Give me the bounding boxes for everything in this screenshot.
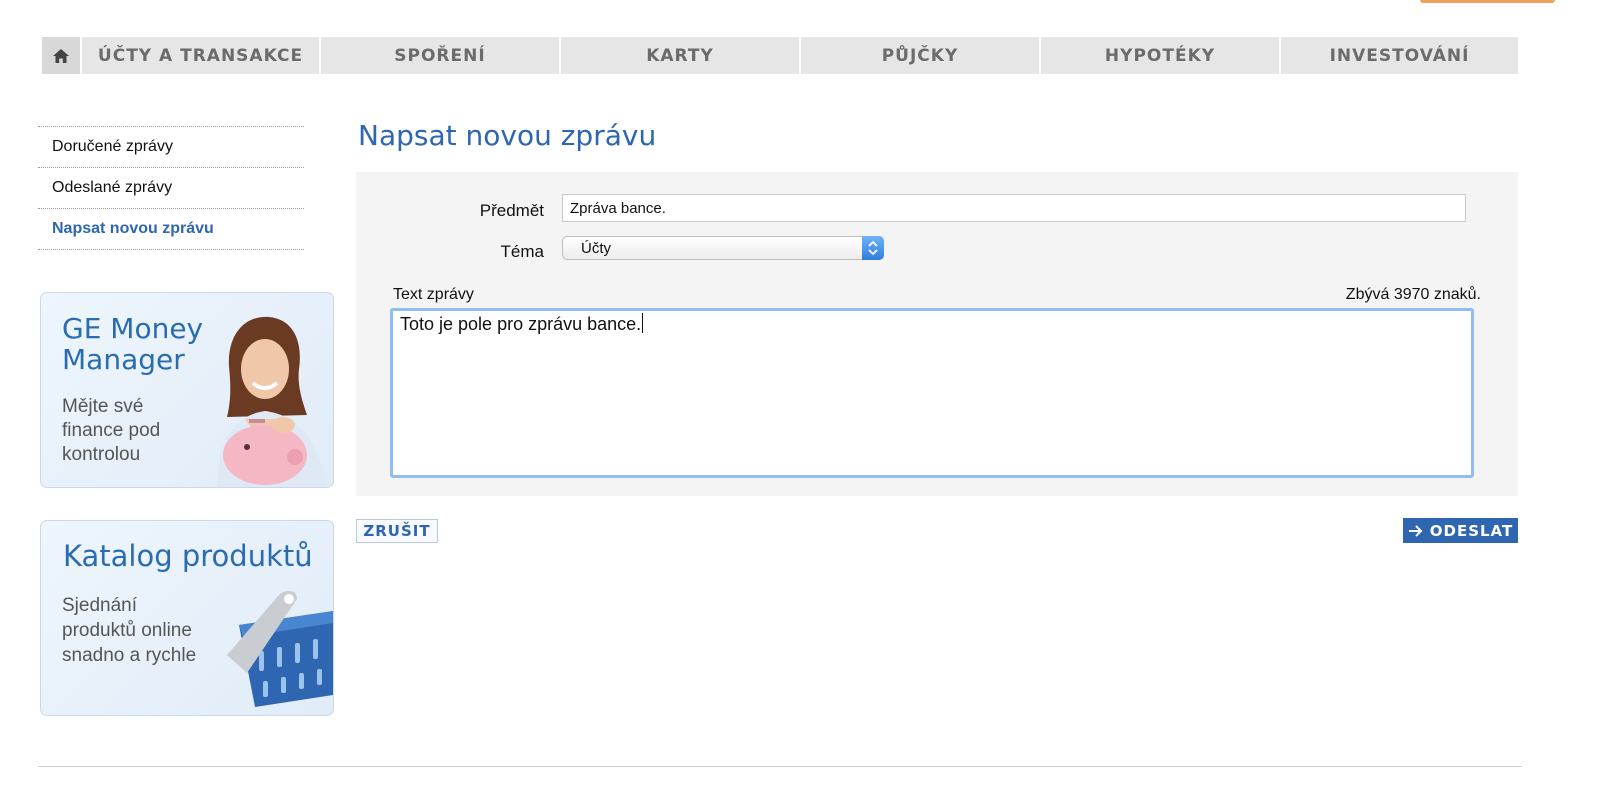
- promo-title: GE Money Manager: [62, 313, 203, 375]
- nav-item-investovani[interactable]: INVESTOVÁNÍ: [1281, 37, 1518, 74]
- promo-text: Mějte své finance pod kontrolou: [62, 395, 160, 467]
- nav-item-pujcky[interactable]: PŮJČKY: [801, 37, 1039, 74]
- main-nav: ÚČTY A TRANSAKCE SPOŘENÍ KARTY PŮJČKY HY…: [42, 37, 1520, 74]
- topic-label: Téma: [500, 242, 544, 261]
- cancel-button[interactable]: ZRUŠIT: [356, 519, 438, 543]
- text-caret: [642, 313, 644, 333]
- topic-select[interactable]: Účty: [562, 236, 884, 260]
- shopping-basket-icon: [227, 590, 333, 707]
- nav-home-button[interactable]: [42, 37, 80, 74]
- page-title: Napsat novou zprávu: [358, 119, 657, 152]
- sidebar-menu: Doručené zprávy Odeslané zprávy Napsat n…: [38, 126, 304, 250]
- promo-text-line: kontrolou: [62, 444, 141, 465]
- woman-with-piggy-bank-image: [217, 316, 327, 487]
- home-icon: [53, 48, 69, 63]
- sidebar-item-sent[interactable]: Odeslané zprávy: [38, 168, 304, 208]
- promo-title-line: GE Money: [62, 312, 204, 345]
- promo-title-line: Manager: [62, 343, 185, 376]
- nav-item-hypoteky[interactable]: HYPOTÉKY: [1041, 37, 1279, 74]
- nav-item-karty[interactable]: KARTY: [561, 37, 799, 74]
- sidebar-item-new-message[interactable]: Napsat novou zprávu: [38, 209, 304, 249]
- promo-title: Katalog produktů: [63, 539, 313, 573]
- select-arrows-icon: [862, 236, 884, 260]
- arrow-right-icon: [1408, 524, 1423, 537]
- topic-select-value: Účty: [581, 240, 611, 257]
- message-label: Text zprávy: [393, 286, 474, 303]
- promo-text-line: produktů online: [62, 620, 192, 641]
- promo-text-line: snadno a rychle: [62, 645, 197, 666]
- subject-label: Předmět: [479, 201, 544, 220]
- promo-text-line: Mějte své: [62, 396, 144, 417]
- nav-item-sporeni[interactable]: SPOŘENÍ: [321, 37, 559, 74]
- message-form: Předmět Téma Účty Text zprávy Zbývá 3970…: [356, 172, 1518, 496]
- promo-text-line: Sjednání: [62, 595, 138, 616]
- subject-input[interactable]: [562, 194, 1466, 222]
- promo-money-manager[interactable]: GE Money Manager Mějte své finance pod k…: [40, 292, 334, 488]
- nav-item-ucty[interactable]: ÚČTY A TRANSAKCE: [82, 37, 319, 74]
- promo-text-line: finance pod: [62, 420, 161, 441]
- footer-divider: [38, 766, 1522, 767]
- send-button-label: ODESLAT: [1429, 521, 1514, 540]
- message-textarea[interactable]: Toto je pole pro zprávu bance.: [390, 308, 1474, 478]
- remaining-chars: Zbývá 3970 znaků.: [1345, 286, 1481, 303]
- sidebar-item-inbox[interactable]: Doručené zprávy: [38, 127, 304, 167]
- top-accent-bar: [1420, 0, 1555, 3]
- promo-text: Sjednání produktů online snadno a rychle: [62, 593, 196, 668]
- send-button[interactable]: ODESLAT: [1403, 518, 1518, 543]
- message-text: Toto je pole pro zprávu bance.: [400, 314, 642, 334]
- divider: [38, 249, 304, 250]
- promo-product-catalog[interactable]: Katalog produktů Sjednání produktů onlin…: [40, 520, 334, 716]
